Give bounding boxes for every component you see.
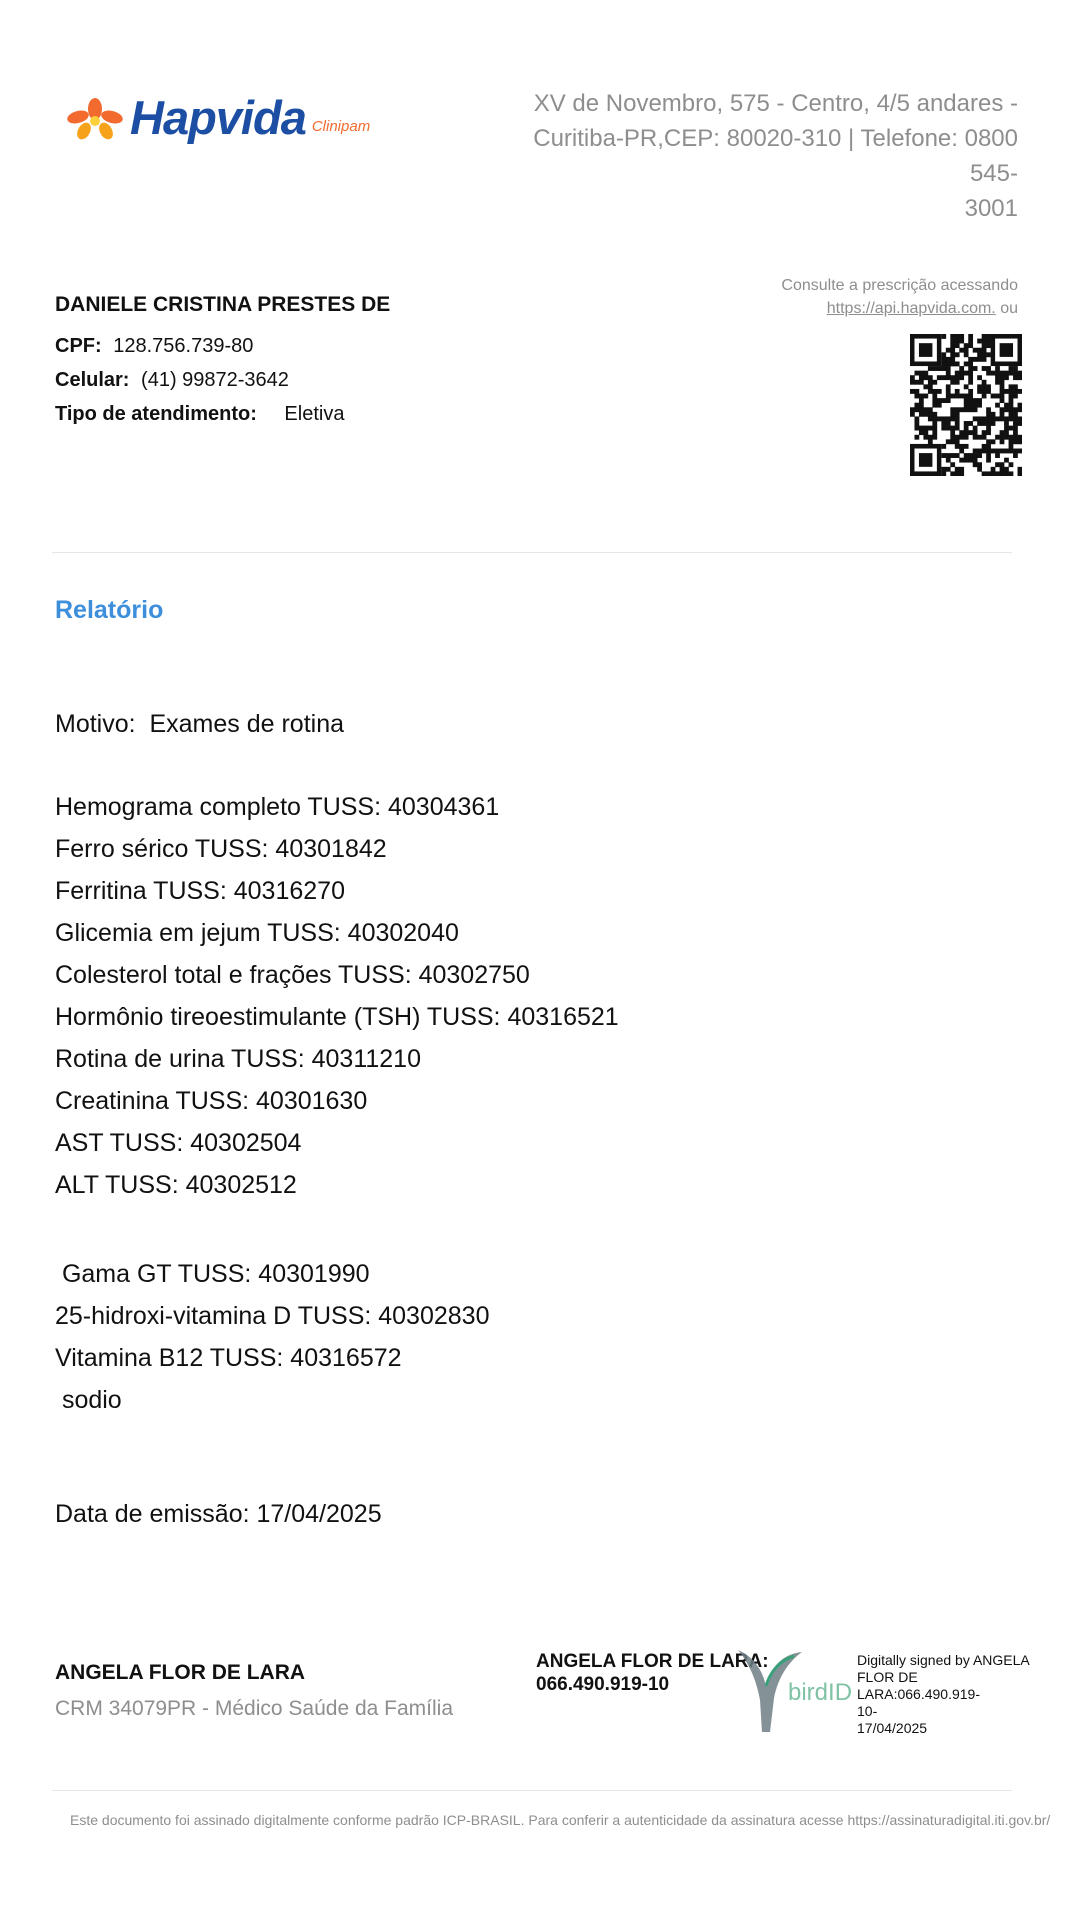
consult-link[interactable]: https://api.hapvida.com.	[827, 300, 996, 317]
exam-item: Vitamina B12 TUSS: 40316572	[55, 1344, 402, 1372]
exam-list: Hemograma completo TUSS: 40304361 Ferro …	[55, 786, 619, 1206]
exam-item: Rotina de urina TUSS: 40311210	[55, 1045, 421, 1073]
flower-icon	[67, 98, 123, 140]
signature-info: Digitally signed by ANGELA FLOR DE LARA:…	[857, 1652, 1037, 1737]
exam-list-extra: Gama GT TUSS: 40301990 25-hidroxi-vitami…	[55, 1253, 490, 1421]
attendance-type-value: Eletiva	[284, 403, 345, 425]
signature-info-line: 10-	[857, 1703, 878, 1719]
consult-suffix: ou	[995, 300, 1018, 317]
doctor-name: ANGELA FLOR DE LARA	[55, 1661, 306, 1684]
exam-item: AST TUSS: 40302504	[55, 1129, 302, 1157]
address-line: XV de Novembro, 575 - Centro, 4/5 andare…	[533, 90, 1018, 117]
exam-item: Creatinina TUSS: 40301630	[55, 1087, 368, 1115]
logo-subtext: Clinipam	[311, 118, 371, 135]
issue-date: Data de emissão: 17/04/2025	[55, 1493, 382, 1535]
doctor-crm: CRM 34079PR - Médico Saúde da Família	[55, 1697, 454, 1720]
address-line: Curitiba-PR,CEP: 80020-310 | Telefone: 0…	[533, 125, 1018, 187]
phone-label: Celular:	[55, 369, 130, 391]
exam-item: Ferro sérico TUSS: 40301842	[55, 835, 387, 863]
reason-text: Motivo: Exames de rotina	[55, 710, 345, 738]
footer-note: Este documento foi assinado digitalmente…	[70, 1812, 1051, 1828]
attendance-type-label: Tipo de atendimento:	[55, 403, 257, 425]
consult-text: Consulte a prescrição acessando	[781, 277, 1018, 294]
issue-date-text: Data de emissão: 17/04/2025	[55, 1500, 382, 1528]
logo-text: Hapvida	[130, 91, 307, 144]
reason: Motivo: Exames de rotina	[55, 703, 344, 745]
exam-item: Hormônio tireoestimulante (TSH) TUSS: 40…	[55, 1003, 619, 1031]
exam-item: Gama GT TUSS: 40301990	[55, 1260, 370, 1288]
exam-item: Glicemia em jejum TUSS: 40302040	[55, 919, 459, 947]
cpf-value: 128.756.739-80	[113, 335, 254, 357]
svg-text:birdID: birdID	[788, 1679, 852, 1706]
patient-info: DANIELE CRISTINA PRESTES DE CPF: 128.756…	[55, 293, 390, 437]
cpf-label: CPF:	[55, 335, 102, 357]
exam-item: Hemograma completo TUSS: 40304361	[55, 793, 500, 821]
signature-info-line: 17/04/2025	[857, 1720, 928, 1736]
exam-item: 25-hidroxi-vitamina D TUSS: 40302830	[55, 1302, 490, 1330]
exam-item: sodio	[55, 1386, 122, 1414]
qr-code-icon[interactable]	[910, 334, 1022, 476]
divider	[52, 552, 1012, 553]
birdid-logo: birdID	[738, 1650, 852, 1732]
report-title: Relatório	[55, 596, 164, 624]
phone-row: Celular: (41) 99872-3642	[55, 369, 390, 392]
address-line: 3001	[964, 195, 1018, 222]
signature-info-line: FLOR DE LARA:066.490.919-	[857, 1669, 980, 1702]
prescription-document: Hapvida Clinipam XV de Novembro, 575 - C…	[0, 0, 1080, 1920]
consult-link-row: https://api.hapvida.com. ou	[781, 297, 1018, 320]
cpf-row: CPF: 128.756.739-80	[55, 335, 390, 358]
exam-item: Colesterol total e frações TUSS: 4030275…	[55, 961, 530, 989]
divider	[52, 1790, 1012, 1791]
clinic-address: XV de Novembro, 575 - Centro, 4/5 andare…	[498, 86, 1018, 226]
patient-name: DANIELE CRISTINA PRESTES DE	[55, 293, 391, 316]
hapvida-logo: Hapvida Clinipam	[64, 94, 370, 141]
signature-info-line: Digitally signed by ANGELA	[857, 1652, 1030, 1668]
attendance-type-row: Tipo de atendimento: Eletiva	[55, 403, 390, 426]
exam-item: ALT TUSS: 40302512	[55, 1171, 297, 1199]
phone-value: (41) 99872-3642	[141, 369, 289, 391]
consult-prescription: Consulte a prescrição acessando https://…	[781, 274, 1018, 320]
exam-item: Ferritina TUSS: 40316270	[55, 877, 345, 905]
